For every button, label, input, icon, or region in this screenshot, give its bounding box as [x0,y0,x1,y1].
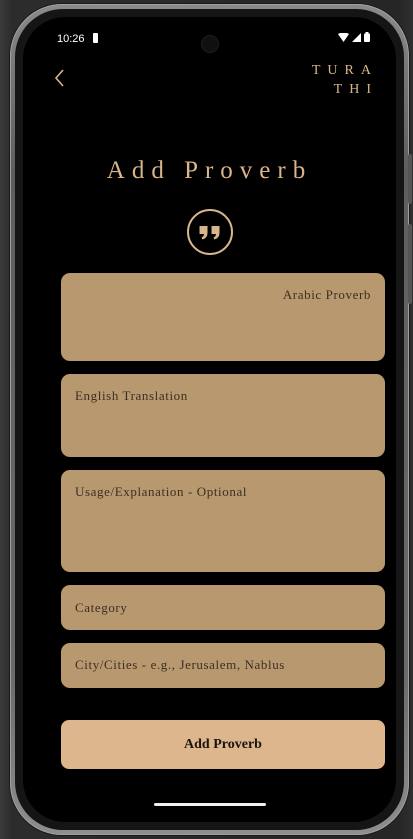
wifi-icon [338,32,349,42]
city-field[interactable]: City/Cities - e.g., Jerusalem, Nablus [61,643,385,688]
quote-icon [186,209,233,255]
brand-line-2: THI [333,82,378,97]
phone-bezel: 10:26 TURA THI Add Proverb Arabic Prover… [15,9,404,830]
category-field[interactable]: Category [61,585,385,630]
home-indicator[interactable] [153,803,266,806]
page-title: Add Proverb [106,157,313,184]
chevron-left-icon [54,69,64,87]
back-button[interactable] [49,63,73,93]
volume-button [408,224,412,304]
app-screen: 10:26 TURA THI Add Proverb Arabic Prover… [23,17,396,822]
brand-line-1: TURA [311,63,378,78]
status-bar: 10:26 [23,17,396,52]
notification-icon [93,33,98,43]
english-translation-field[interactable]: English Translation [61,374,385,457]
device-frame-background: 10:26 TURA THI Add Proverb Arabic Prover… [0,0,413,839]
brand-logo: TURA THI [312,61,378,99]
battery-icon [364,32,370,42]
status-icons [338,32,370,42]
usage-explanation-field[interactable]: Usage/Explanation - Optional [61,470,385,572]
add-proverb-button[interactable]: Add Proverb [61,720,385,769]
power-button [408,154,412,204]
status-time: 10:26 [57,33,85,45]
phone-frame: 10:26 TURA THI Add Proverb Arabic Prover… [10,4,412,835]
signal-icon [352,32,361,42]
arabic-proverb-field[interactable]: Arabic Proverb [61,273,385,361]
front-camera [201,36,218,52]
